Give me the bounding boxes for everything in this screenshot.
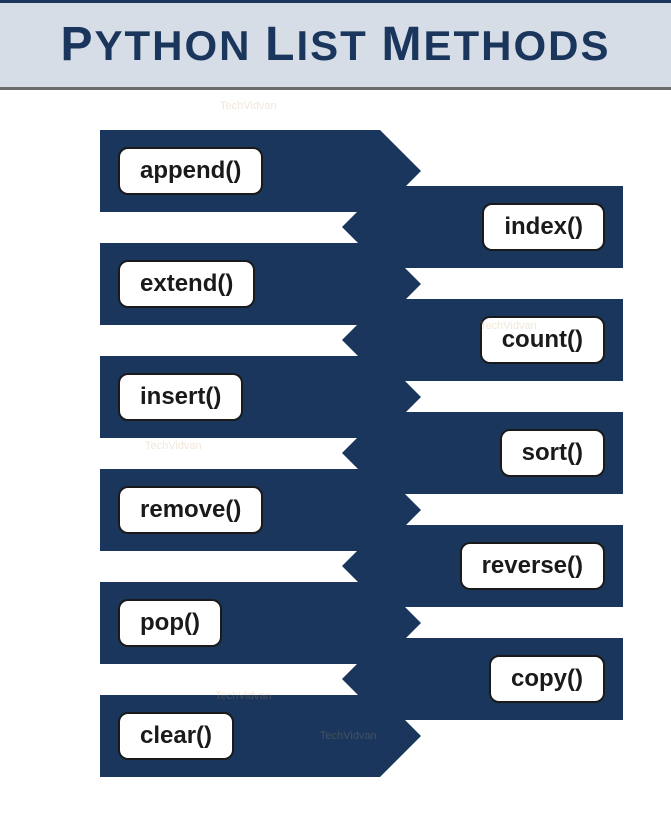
method-arrow-index: index() bbox=[383, 186, 623, 268]
method-box: remove() bbox=[118, 486, 263, 534]
method-box: insert() bbox=[118, 373, 243, 421]
method-arrow-reverse: reverse() bbox=[383, 525, 623, 607]
method-box: pop() bbox=[118, 599, 222, 647]
method-box: index() bbox=[482, 203, 605, 251]
method-box: extend() bbox=[118, 260, 255, 308]
method-box: count() bbox=[480, 316, 605, 364]
page-title: PYTHON LIST METHODS bbox=[60, 21, 610, 69]
method-arrow-extend: extend() bbox=[100, 243, 380, 325]
method-arrow-count: count() bbox=[383, 299, 623, 381]
watermark: TechVidvan bbox=[145, 440, 202, 452]
method-arrow-sort: sort() bbox=[383, 412, 623, 494]
method-box: append() bbox=[118, 147, 263, 195]
method-arrow-insert: insert() bbox=[100, 356, 380, 438]
header: PYTHON LIST METHODS bbox=[0, 0, 671, 90]
method-box: copy() bbox=[489, 655, 605, 703]
method-box: reverse() bbox=[460, 542, 605, 590]
method-arrow-append: append() bbox=[100, 130, 380, 212]
method-arrow-pop: pop() bbox=[100, 582, 380, 664]
diagram-content: append() extend() insert() remove() pop(… bbox=[0, 90, 671, 829]
method-arrow-clear: clear() bbox=[100, 695, 380, 777]
method-arrow-copy: copy() bbox=[383, 638, 623, 720]
method-box: clear() bbox=[118, 712, 234, 760]
watermark: TechVidvan bbox=[220, 100, 277, 112]
method-arrow-remove: remove() bbox=[100, 469, 380, 551]
method-box: sort() bbox=[500, 429, 605, 477]
